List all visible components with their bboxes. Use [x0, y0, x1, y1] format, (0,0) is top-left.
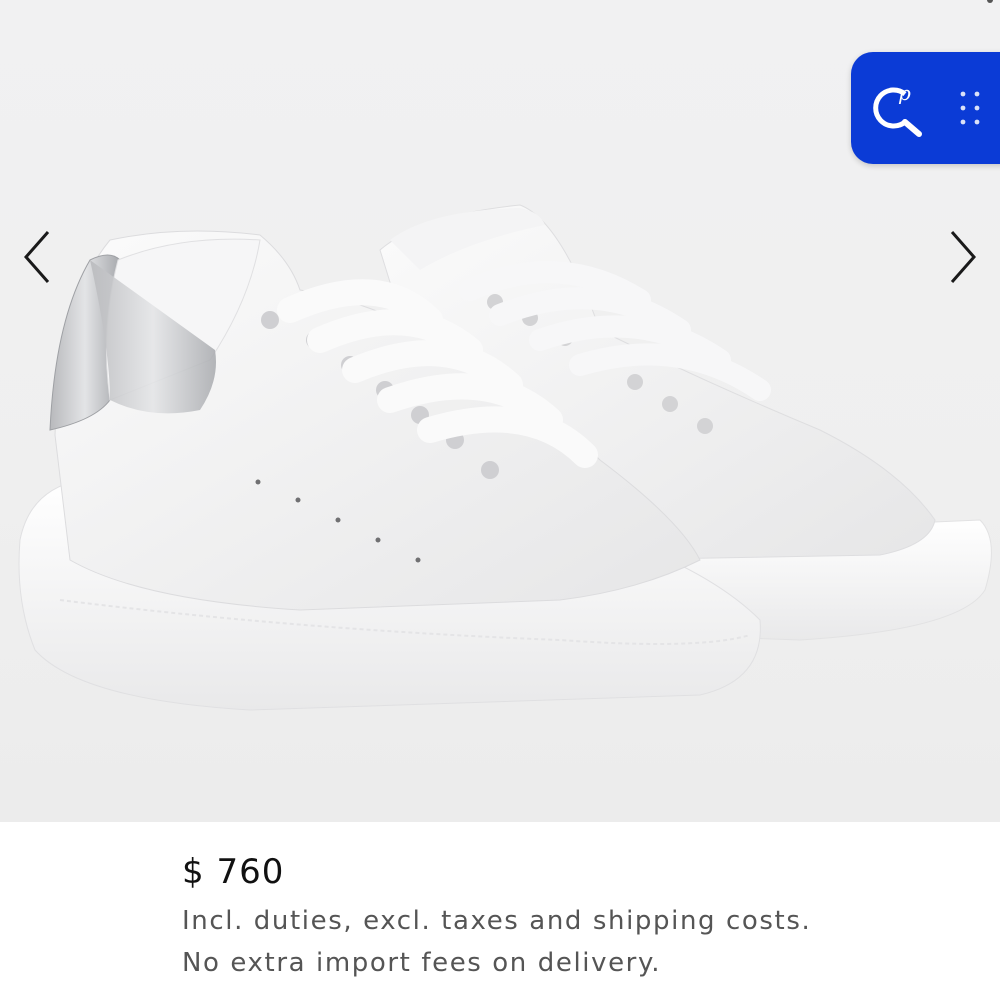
svg-text:p: p: [898, 81, 911, 105]
chevron-right-icon[interactable]: [942, 222, 982, 292]
product-price: $ 760: [182, 852, 285, 892]
product-image[interactable]: [0, 0, 1000, 822]
chevron-left-icon[interactable]: [18, 222, 58, 292]
cp-search-icon[interactable]: p: [865, 76, 929, 140]
product-info: $ 760 Incl. duties, excl. taxes and ship…: [0, 822, 1000, 1000]
price-note-duties: Incl. duties, excl. taxes and shipping c…: [182, 906, 812, 936]
product-gallery[interactable]: p: [0, 0, 1000, 822]
cp-floating-widget[interactable]: p: [851, 52, 1000, 164]
drag-grip-icon[interactable]: [955, 88, 985, 128]
product-page: p $ 760 Incl. duties, excl. taxes and sh…: [0, 0, 1000, 1000]
status-indicator: [987, 0, 993, 3]
price-note-import: No extra import fees on delivery.: [182, 948, 662, 978]
